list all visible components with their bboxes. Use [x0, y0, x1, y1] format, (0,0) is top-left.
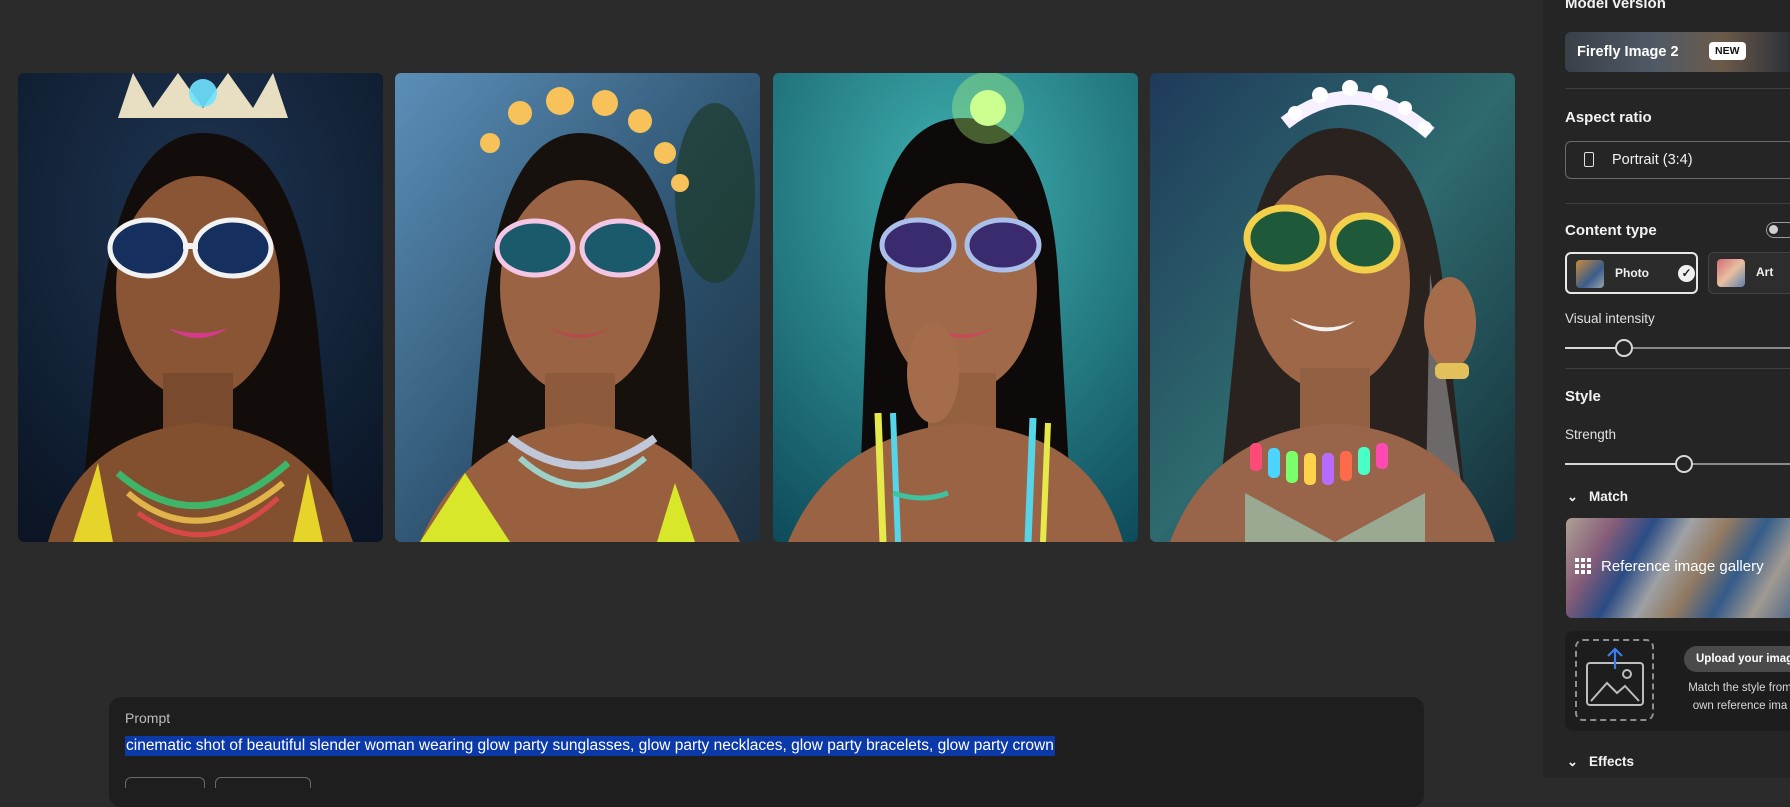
content-type-toggle[interactable] — [1766, 222, 1790, 238]
divider — [1565, 88, 1790, 89]
settings-panel: Model version Firefly Image 2 NEW Aspect… — [1543, 0, 1790, 778]
visual-intensity-label: Visual intensity — [1565, 311, 1655, 326]
prompt-chip-2[interactable] — [215, 777, 311, 788]
checkmark-icon: ✓ — [1678, 265, 1695, 282]
strength-fill — [1565, 463, 1685, 465]
photo-thumbnail — [1576, 260, 1604, 288]
content-type-art-button[interactable]: Art — [1708, 252, 1790, 294]
generated-images-grid — [18, 73, 1515, 542]
art-thumbnail — [1717, 259, 1745, 287]
prompt-label: Prompt — [125, 710, 171, 726]
prompt-chip-1[interactable] — [125, 777, 205, 788]
prompt-input[interactable]: cinematic shot of beautiful slender woma… — [125, 736, 1055, 756]
content-type-art-label: Art — [1756, 265, 1774, 279]
prompt-box[interactable]: Prompt cinematic shot of beautiful slend… — [109, 697, 1424, 807]
strength-label: Strength — [1565, 427, 1617, 442]
generated-image-2[interactable] — [395, 73, 760, 542]
generated-image-4-picture — [1150, 73, 1515, 542]
content-type-photo-label: Photo — [1615, 266, 1649, 280]
aspect-ratio-heading: Aspect ratio — [1565, 109, 1652, 126]
strength-slider[interactable] — [1565, 455, 1790, 473]
divider — [1565, 368, 1790, 369]
upload-description-line2: own reference ima — [1692, 700, 1788, 712]
upload-description: Match the style from own reference ima — [1675, 679, 1790, 715]
generated-image-3-picture — [773, 73, 1138, 542]
reference-image-gallery-button[interactable]: Reference image gallery — [1566, 518, 1790, 618]
aspect-ratio-dropdown[interactable]: Portrait (3:4) — [1565, 141, 1790, 179]
reference-image-gallery-label: Reference image gallery — [1601, 558, 1764, 575]
generated-image-2-picture — [395, 73, 760, 542]
visual-intensity-slider[interactable] — [1565, 339, 1790, 357]
generated-image-3[interactable] — [773, 73, 1138, 542]
model-version-heading: Model version — [1565, 0, 1666, 12]
upload-image-button[interactable]: Upload your image — [1684, 646, 1790, 672]
style-heading: Style — [1565, 388, 1601, 405]
prompt-selected-text[interactable]: cinematic shot of beautiful slender woma… — [125, 736, 1055, 756]
portrait-icon — [1584, 152, 1594, 167]
upload-dropzone[interactable] — [1575, 639, 1654, 721]
effects-heading: Effects — [1589, 754, 1635, 769]
visual-intensity-handle[interactable] — [1614, 339, 1633, 357]
new-badge: NEW — [1709, 42, 1746, 60]
aspect-ratio-value: Portrait (3:4) — [1612, 152, 1693, 168]
match-heading: Match — [1589, 489, 1629, 504]
content-type-heading: Content type — [1565, 222, 1657, 239]
upload-reference-card: Upload your image Match the style from o… — [1565, 631, 1790, 731]
strength-handle[interactable] — [1675, 455, 1694, 473]
model-version-name: Firefly Image 2 — [1577, 44, 1679, 60]
generated-image-1[interactable] — [18, 73, 383, 542]
generated-image-4[interactable] — [1150, 73, 1515, 542]
grid-icon — [1575, 558, 1591, 574]
chevron-down-icon: ⌄ — [1567, 754, 1578, 769]
chevron-down-icon: ⌄ — [1567, 489, 1578, 504]
model-version-selector[interactable]: Firefly Image 2 NEW — [1565, 32, 1790, 72]
generated-image-1-picture — [18, 73, 383, 542]
upload-image-icon — [1586, 647, 1644, 706]
content-type-photo-button[interactable]: Photo ✓ — [1565, 252, 1698, 294]
divider — [1565, 203, 1790, 204]
upload-description-line1: Match the style from — [1688, 682, 1790, 694]
